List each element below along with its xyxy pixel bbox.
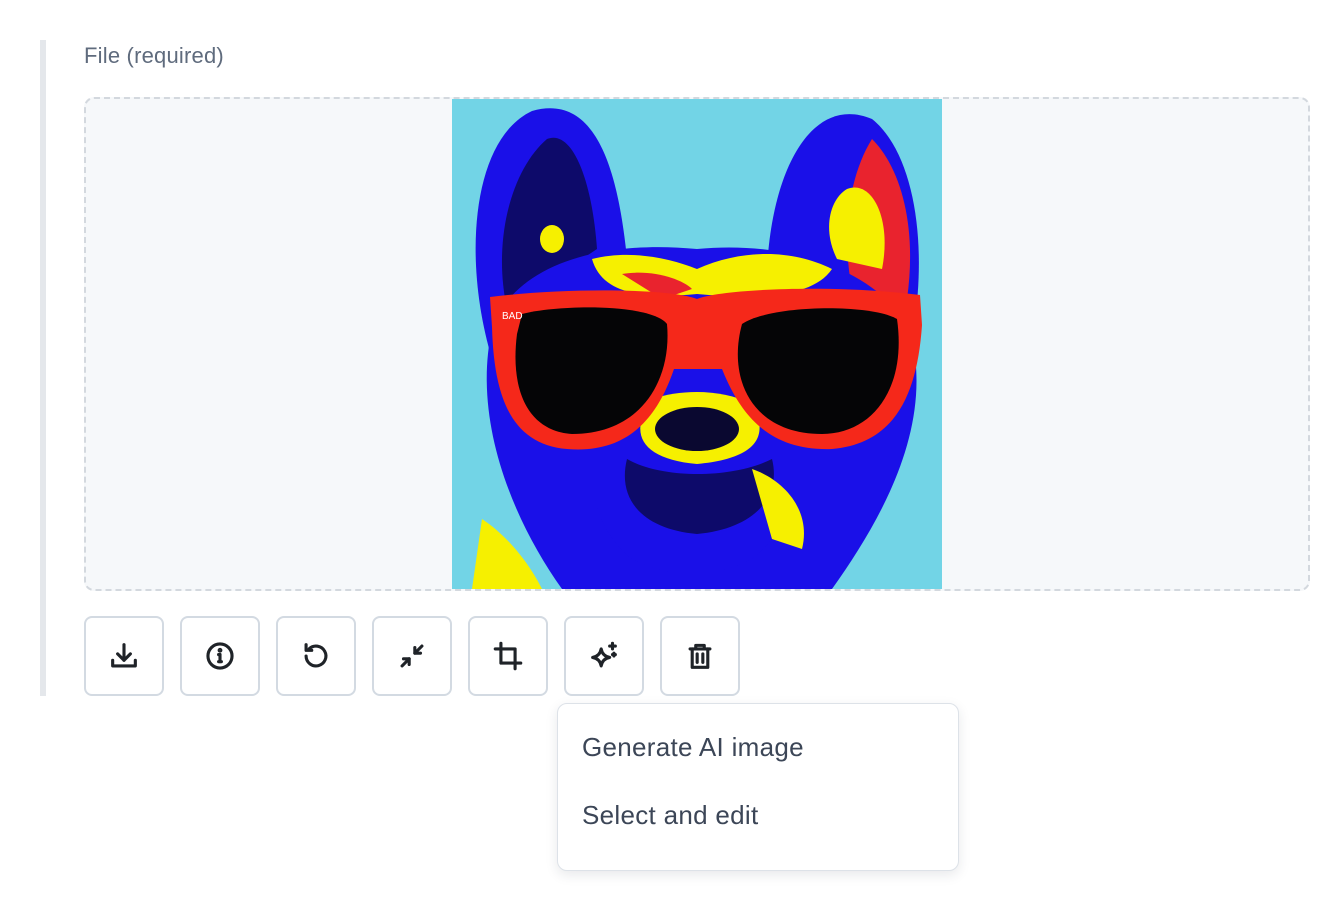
info-button[interactable] xyxy=(180,616,260,696)
menu-item-select-and-edit[interactable]: Select and edit xyxy=(582,800,759,831)
svg-text:BAD: BAD xyxy=(502,311,523,322)
crop-button[interactable] xyxy=(468,616,548,696)
ai-button[interactable] xyxy=(564,616,644,696)
file-dropzone[interactable]: BAD xyxy=(84,97,1310,591)
field-label: File (required) xyxy=(84,43,224,68)
download-button[interactable] xyxy=(84,616,164,696)
info-icon xyxy=(206,642,234,670)
download-icon xyxy=(111,643,137,668)
replace-button[interactable] xyxy=(276,616,356,696)
ai-dropdown-menu: Generate AI image Select and edit xyxy=(557,703,959,871)
minimize-button[interactable] xyxy=(372,616,452,696)
menu-item-generate-ai-image[interactable]: Generate AI image xyxy=(582,732,804,763)
minimize-icon xyxy=(400,644,424,668)
crop-icon xyxy=(493,641,523,671)
delete-button[interactable] xyxy=(660,616,740,696)
file-field: File (required) BAD xyxy=(40,40,1310,696)
rotate-ccw-icon xyxy=(304,643,328,668)
image-preview: BAD xyxy=(452,99,942,589)
trash-icon xyxy=(688,643,712,669)
sparkles-icon xyxy=(591,641,617,668)
